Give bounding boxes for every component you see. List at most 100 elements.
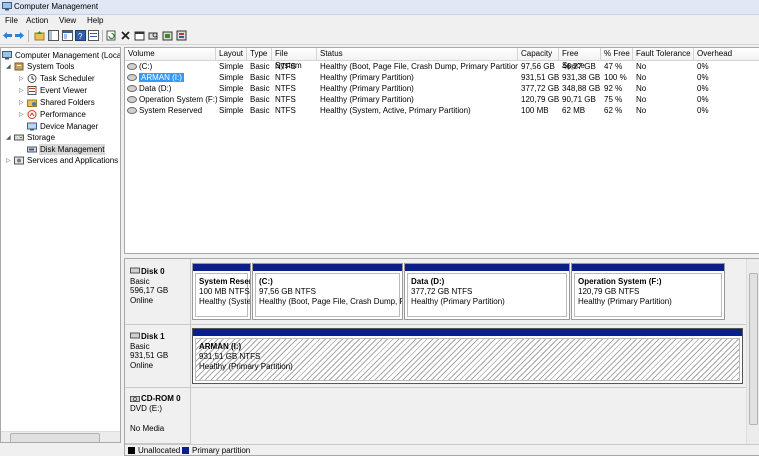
disk-1-info[interactable]: Disk 1 Basic 931,51 GB Online [125,325,191,388]
menu-action[interactable]: Action [26,16,48,25]
partition-arman-i[interactable]: ARMAN (I:) 931,51 GB NTFS Healthy (Prima… [192,328,743,384]
cell-type: Basic [250,62,270,71]
graph-vertical-scrollbar[interactable] [746,259,759,444]
refresh-icon[interactable] [106,30,117,41]
cell-free-space: 46,27 GB [562,62,596,71]
cell-fault-tolerance: No [636,84,647,93]
cell-capacity: 931,51 GB [521,73,559,82]
disk-state: No Media [130,424,165,433]
tree-item-label: Event Viewer [40,86,87,95]
partition-status: Healthy (Boot, Page File, Crash Dump, Pr… [259,297,403,306]
disk-options-icon[interactable] [176,30,187,41]
partition-size: 100 MB NTFS [199,287,250,296]
partition-system-reserved[interactable]: System Reser 100 MB NTFS Healthy (Syster [192,263,251,320]
partition-size: 931,51 GB NTFS [199,352,261,361]
cell-status: Healthy (Primary Partition) [320,73,414,82]
partition-size: 377,72 GB NTFS [411,287,473,296]
device-manager-icon [27,122,37,131]
cdrom-0-info[interactable]: CD-ROM 0 DVD (E:) No Media [125,388,191,444]
expand-chevron-icon[interactable]: ▷ [6,158,12,164]
partition-data-d[interactable]: Data (D:) 377,72 GB NTFS Healthy (Primar… [404,263,570,320]
column-header-file-system[interactable]: File System [272,48,317,70]
cell-fault-tolerance: No [636,106,647,115]
menu-file[interactable]: File [5,16,18,25]
column-header-fault-tolerance[interactable]: Fault Tolerance [633,48,694,61]
disk-search-icon[interactable] [148,30,159,41]
dvd-drive-icon [130,396,140,402]
cell-type: Basic [250,84,270,93]
disk-list-icon[interactable] [88,30,99,41]
disk-state: Online [130,296,154,305]
toolbar-separator [102,30,103,42]
cell-volume: (C:) [139,62,153,71]
disk-icon [130,332,140,339]
computer-management-icon [2,2,12,11]
cell-capacity: 97,56 GB [521,62,555,71]
delete-icon[interactable] [120,30,131,41]
tree-item-label: Computer Management (Local [15,51,121,60]
disk-0-info[interactable]: Disk 0 Basic 596,17 GB Online [125,259,191,325]
cdrom-0-area [191,388,759,444]
collapse-chevron-icon[interactable]: ◢ [6,135,12,141]
tree-item-label: Task Scheduler [40,74,95,83]
disk-name: Disk 1 [141,332,165,341]
up-folder-icon[interactable] [34,30,45,41]
column-header-volume[interactable]: Volume [125,48,216,61]
cell-volume: System Reserved [139,106,203,115]
cell-volume: Data (D:) [139,84,172,93]
selected-partition-hatch: ARMAN (I:) 931,51 GB NTFS Healthy (Prima… [195,338,740,381]
properties-icon[interactable]: ? [75,30,86,41]
tree-item-label: Device Manager [40,122,99,131]
cell-free-space: 90,71 GB [562,95,596,104]
column-header-status[interactable]: Status [317,48,518,61]
cell-percent-free: 62 % [604,106,623,115]
expand-chevron-icon[interactable]: ▷ [19,88,25,94]
cell-layout: Simple [219,73,244,82]
expand-chevron-icon[interactable]: ▷ [19,112,25,118]
tree-item-label: System Tools [27,62,75,71]
column-header-capacity[interactable]: Capacity [518,48,559,61]
tree-item-label: Storage [27,133,56,142]
partition-operation-system-f[interactable]: Operation System (F:) 120,79 GB NTFS Hea… [571,263,725,320]
column-header-type[interactable]: Type [247,48,272,61]
partition-name: ARMAN (I:) [199,342,242,351]
column-header-percent-free[interactable]: % Free [601,48,633,61]
help-icon[interactable] [62,30,73,41]
show-hide-tree-icon[interactable] [48,30,59,41]
back-arrow-icon[interactable] [2,30,13,41]
tree-horizontal-scrollbar[interactable] [1,431,120,442]
cell-capacity: 120,79 GB [521,95,559,104]
legend-primary-partition: Primary partition [192,446,251,455]
expand-chevron-icon[interactable]: ▷ [19,76,25,82]
svg-text:?: ? [78,32,83,41]
partition-name: System Reser [199,277,251,286]
cell-file-system: NTFS [275,62,296,71]
expand-chevron-icon[interactable]: ▷ [19,100,25,106]
selected-volume-label[interactable]: ARMAN (I:) [139,73,184,82]
forward-arrow-icon[interactable] [14,30,25,41]
scrollbar-thumb[interactable] [749,273,758,425]
menu-view[interactable]: View [59,16,76,25]
disk-type: DVD (E:) [130,404,162,413]
column-header-free-space[interactable]: Free Space [559,48,601,70]
unallocated-swatch [128,447,135,454]
disk-settings-icon[interactable] [162,30,173,41]
cell-volume: ARMAN (I:) [136,72,217,83]
scrollbar-thumb[interactable] [10,433,100,442]
collapse-chevron-icon[interactable]: ◢ [6,64,12,70]
properties-page-icon[interactable] [134,30,145,41]
column-header-layout[interactable]: Layout [216,48,247,61]
cell-percent-free: 75 % [604,95,623,104]
column-header-overhead[interactable]: Overhead [694,48,759,61]
tree-item-label: Performance [40,110,86,119]
tree-item-label: Disk Management [39,144,106,155]
cell-overhead: 0% [697,62,709,71]
cell-free-space: 931,38 GB [562,73,601,82]
disk-1-partitions: ARMAN (I:) 931,51 GB NTFS Healthy (Prima… [191,325,759,388]
menu-help[interactable]: Help [87,16,103,25]
cell-layout: Simple [219,84,244,93]
cell-status: Healthy (System, Active, Primary Partiti… [320,106,471,115]
disk-state: Online [130,361,154,370]
partition-c[interactable]: (C:) 97,56 GB NTFS Healthy (Boot, Page F… [252,263,403,320]
cell-fault-tolerance: No [636,62,647,71]
